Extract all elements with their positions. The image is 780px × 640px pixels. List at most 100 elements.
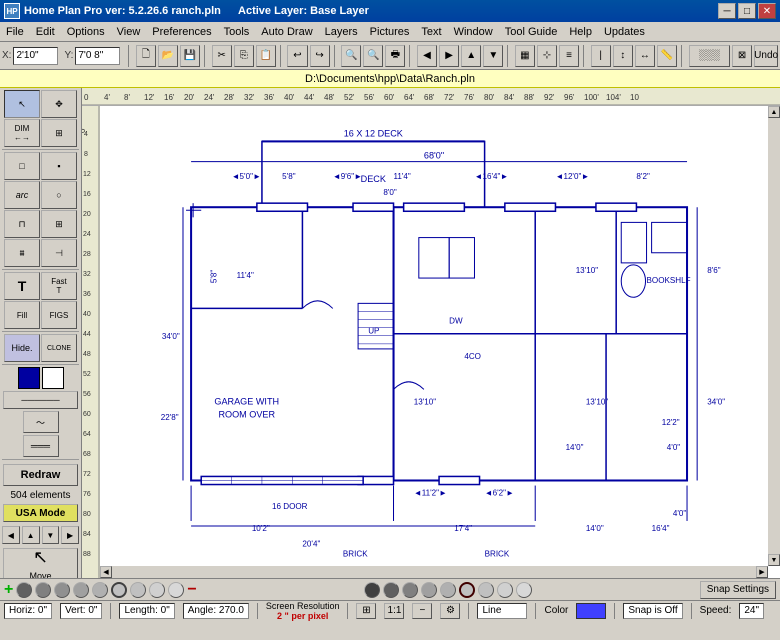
zoom-out-status-button[interactable]: −: [412, 603, 432, 619]
menu-tools[interactable]: Tools: [218, 22, 256, 41]
copy-button[interactable]: ⎘: [234, 45, 254, 67]
fast-text-tool[interactable]: FastT: [41, 272, 77, 300]
move-selection-button[interactable]: ↖ MoveSelection2 ": [3, 548, 78, 578]
stair-tool[interactable]: ⩩: [4, 239, 40, 267]
menu-help[interactable]: Help: [563, 22, 598, 41]
zoom-circle-7[interactable]: [478, 582, 494, 598]
zoom-in-button[interactable]: 🔍: [341, 45, 361, 67]
zoom-btn-6[interactable]: [111, 582, 127, 598]
scroll-up-button[interactable]: ▲: [768, 106, 780, 118]
figs-tool[interactable]: FIGS: [41, 301, 77, 329]
dim-tool[interactable]: DIM←→: [4, 119, 40, 147]
sign-tool[interactable]: ⊞: [41, 119, 77, 147]
cut-button[interactable]: ✂: [212, 45, 232, 67]
zoom-circle-8[interactable]: [497, 582, 513, 598]
arc-tool[interactable]: arc: [4, 181, 40, 209]
nav-btn-left[interactable]: ◀: [2, 526, 20, 544]
menu-layers[interactable]: Layers: [319, 22, 364, 41]
zoom-circle-4[interactable]: [421, 582, 437, 598]
move-tool[interactable]: ✥: [41, 90, 77, 118]
rect-tool[interactable]: □: [4, 152, 40, 180]
extra-btn-2[interactable]: ⊠: [732, 45, 752, 67]
menu-autodraw[interactable]: Auto Draw: [255, 22, 318, 41]
nav-btn-right[interactable]: ▶: [61, 526, 79, 544]
color-swatch[interactable]: [576, 603, 606, 619]
toolbar-btn-a[interactable]: |: [591, 45, 611, 67]
zoom-btn-4[interactable]: [73, 582, 89, 598]
vertical-scrollbar[interactable]: ▲ ▼: [768, 106, 780, 566]
new-button[interactable]: 🗋: [136, 45, 156, 67]
snap-button[interactable]: ⊹: [537, 45, 557, 67]
fill-rect-tool[interactable]: ▪: [41, 152, 77, 180]
zoom-circle-9[interactable]: [516, 582, 532, 598]
door-tool[interactable]: ⊓: [4, 210, 40, 238]
zoom-btn-9[interactable]: [168, 582, 184, 598]
foreground-color[interactable]: [18, 367, 40, 389]
menu-updates[interactable]: Updates: [598, 22, 651, 41]
zoom-actual-button[interactable]: 1:1: [384, 603, 404, 619]
fill-tool[interactable]: Fill: [4, 301, 40, 329]
measure-button[interactable]: 📏: [657, 45, 677, 67]
clone-button[interactable]: CLONE: [41, 334, 77, 362]
nav-btn-up[interactable]: ▲: [22, 526, 40, 544]
undo-button[interactable]: ↩: [287, 45, 307, 67]
zoom-btn-3[interactable]: [54, 582, 70, 598]
text-tool[interactable]: T: [4, 272, 40, 300]
maximize-button[interactable]: □: [738, 3, 756, 19]
nav-btn-down[interactable]: ▼: [42, 526, 60, 544]
scroll-left-button[interactable]: ◀: [100, 566, 112, 578]
menu-edit[interactable]: Edit: [30, 22, 61, 41]
redo-button[interactable]: ↪: [310, 45, 330, 67]
grid-button[interactable]: ▦: [515, 45, 535, 67]
arrow-left-button[interactable]: ◀: [417, 45, 437, 67]
zoom-circle-2[interactable]: [383, 582, 399, 598]
extra-btn-3[interactable]: Undo: [754, 45, 778, 67]
line-style-tool[interactable]: ──────: [3, 391, 78, 409]
background-color[interactable]: [42, 367, 64, 389]
zoom-circle-6[interactable]: [459, 582, 475, 598]
zoom-btn-5[interactable]: [92, 582, 108, 598]
zoom-btn-7[interactable]: [130, 582, 146, 598]
arrow-down-button[interactable]: ▼: [483, 45, 503, 67]
zoom-circle-1[interactable]: [364, 582, 380, 598]
zoom-btn-2[interactable]: [35, 582, 51, 598]
pattern-tool[interactable]: ═══: [23, 435, 59, 457]
menu-view[interactable]: View: [111, 22, 147, 41]
open-button[interactable]: 📂: [158, 45, 178, 67]
zoom-btn-8[interactable]: [149, 582, 165, 598]
zoom-circle-5[interactable]: [440, 582, 456, 598]
extra-btn-1[interactable]: ░░░: [689, 45, 731, 67]
snap-settings-button[interactable]: Snap Settings: [700, 581, 776, 599]
circle-tool[interactable]: ○: [41, 181, 77, 209]
window-tool[interactable]: ⊞: [41, 210, 77, 238]
redraw-button[interactable]: Redraw: [3, 464, 78, 486]
close-button[interactable]: ✕: [758, 3, 776, 19]
minimize-button[interactable]: ─: [718, 3, 736, 19]
menu-text[interactable]: Text: [415, 22, 447, 41]
menu-toolguide[interactable]: Tool Guide: [499, 22, 564, 41]
break-tool[interactable]: ⊣: [41, 239, 77, 267]
usa-mode-button[interactable]: USA Mode: [3, 504, 78, 522]
drawing-canvas[interactable]: 16 X 12 DECK 68'0" ◄5'0"► 5'8" ◄9'6"► 11…: [100, 106, 768, 566]
print-button[interactable]: 🖶: [385, 45, 405, 67]
hide-button[interactable]: Hide.: [4, 334, 40, 362]
menu-file[interactable]: File: [0, 22, 30, 41]
layer-button[interactable]: ≡: [559, 45, 579, 67]
select-tool[interactable]: ↖: [4, 90, 40, 118]
scroll-down-button[interactable]: ▼: [768, 554, 780, 566]
curve-tool[interactable]: 〜: [23, 411, 59, 433]
zoom-minus-button[interactable]: −: [187, 582, 196, 598]
save-button[interactable]: 💾: [180, 45, 200, 67]
zoom-plus-button[interactable]: +: [4, 582, 13, 598]
zoom-circle-3[interactable]: [402, 582, 418, 598]
menu-options[interactable]: Options: [61, 22, 111, 41]
menu-pictures[interactable]: Pictures: [364, 22, 416, 41]
toolbar-btn-b[interactable]: ↕: [613, 45, 633, 67]
scroll-right-button[interactable]: ▶: [756, 566, 768, 578]
arrow-up-button[interactable]: ▲: [461, 45, 481, 67]
arrow-right-button[interactable]: ▶: [439, 45, 459, 67]
properties-button[interactable]: ⚙: [440, 603, 460, 619]
canvas-area[interactable]: 0 4' 8' 12' 16' 20' 24' 28' 32' 36' 40' …: [82, 88, 780, 578]
paste-button[interactable]: 📋: [256, 45, 276, 67]
zoom-out-button[interactable]: 🔍: [363, 45, 383, 67]
